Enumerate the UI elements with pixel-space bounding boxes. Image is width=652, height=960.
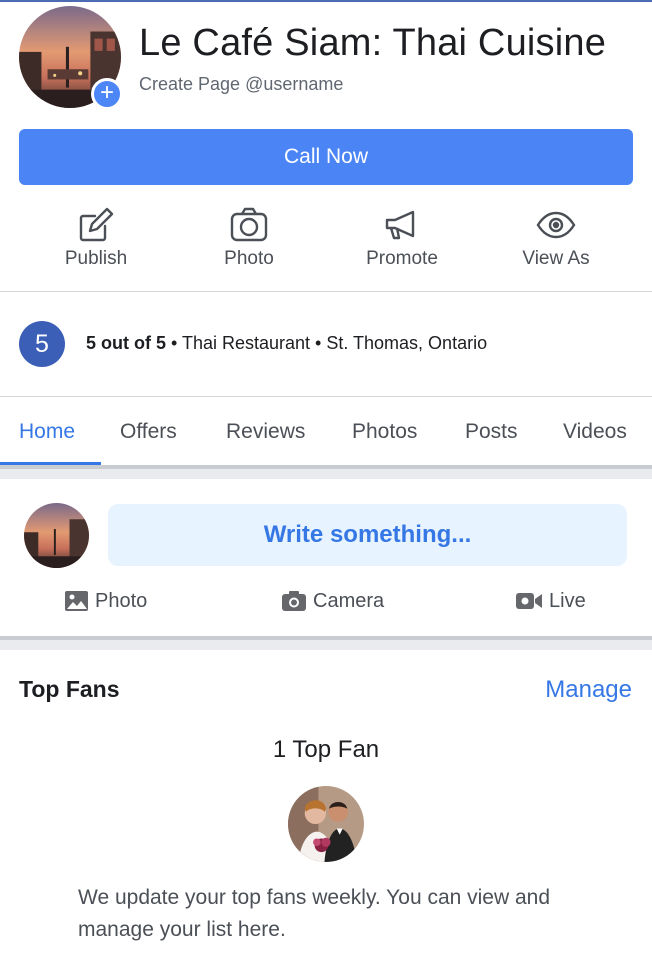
tab-videos[interactable]: Videos: [563, 420, 627, 444]
composer-camera-button[interactable]: Camera: [281, 588, 384, 614]
rating-summary[interactable]: 5 out of 5 • Thai Restaurant • St. Thoma…: [86, 333, 487, 354]
divider: [0, 396, 652, 397]
tab-photos[interactable]: Photos: [352, 420, 417, 444]
composer-camera-label: Camera: [313, 589, 385, 612]
publish-label: Publish: [64, 248, 128, 269]
top-fan-count: 1 Top Fan: [272, 736, 380, 763]
eye-icon: [536, 211, 576, 239]
divider: [0, 291, 652, 292]
top-fan-avatar[interactable]: [288, 786, 364, 862]
composer-photo-button[interactable]: Photo: [64, 588, 147, 614]
top-fans-description: We update your top fans weekly. You can …: [78, 886, 551, 941]
rating-badge: 5: [19, 321, 65, 367]
megaphone-icon: [385, 210, 415, 240]
tab-offers[interactable]: Offers: [120, 420, 177, 444]
page-category-location: • Thai Restaurant • St. Thomas, Ontario: [166, 333, 488, 353]
camera-icon: [230, 207, 268, 242]
add-profile-photo-button[interactable]: +: [91, 78, 123, 110]
camera-icon: [282, 591, 306, 611]
image-icon: [65, 591, 88, 611]
section-separator: [0, 636, 652, 650]
composer-photo-label: Photo: [95, 589, 148, 612]
manage-top-fans-link[interactable]: Manage: [545, 676, 632, 704]
page-title: Le Café Siam: Thai Cuisine: [139, 22, 607, 64]
composer-live-label: Live: [549, 589, 586, 612]
page-header: + Le Café Siam: Thai Cuisine Create Page…: [0, 0, 652, 120]
create-username-link[interactable]: Create Page @username: [139, 74, 343, 95]
section-separator: [0, 465, 652, 479]
composer-avatar: [24, 503, 89, 568]
edit-icon: [79, 207, 114, 242]
tab-posts[interactable]: Posts: [465, 420, 518, 444]
page-tabs: Home Offers Reviews Photos Posts Videos: [0, 398, 652, 466]
view-as-action[interactable]: View As: [491, 204, 621, 270]
tab-reviews[interactable]: Reviews: [226, 420, 305, 444]
photo-action[interactable]: Photo: [184, 204, 314, 270]
rating-score: 5 out of 5: [86, 333, 166, 353]
publish-action[interactable]: Publish: [31, 204, 161, 270]
view-as-label: View As: [522, 248, 590, 269]
promote-action[interactable]: Promote: [337, 204, 467, 270]
photo-label: Photo: [224, 248, 274, 269]
video-icon: [516, 593, 542, 609]
promote-label: Promote: [366, 248, 438, 269]
tab-home[interactable]: Home: [19, 420, 75, 444]
write-something-input[interactable]: Write something...: [108, 504, 627, 566]
top-fans-title: Top Fans: [19, 676, 120, 702]
composer-live-button[interactable]: Live: [515, 588, 586, 614]
call-now-button[interactable]: Call Now: [19, 129, 633, 185]
